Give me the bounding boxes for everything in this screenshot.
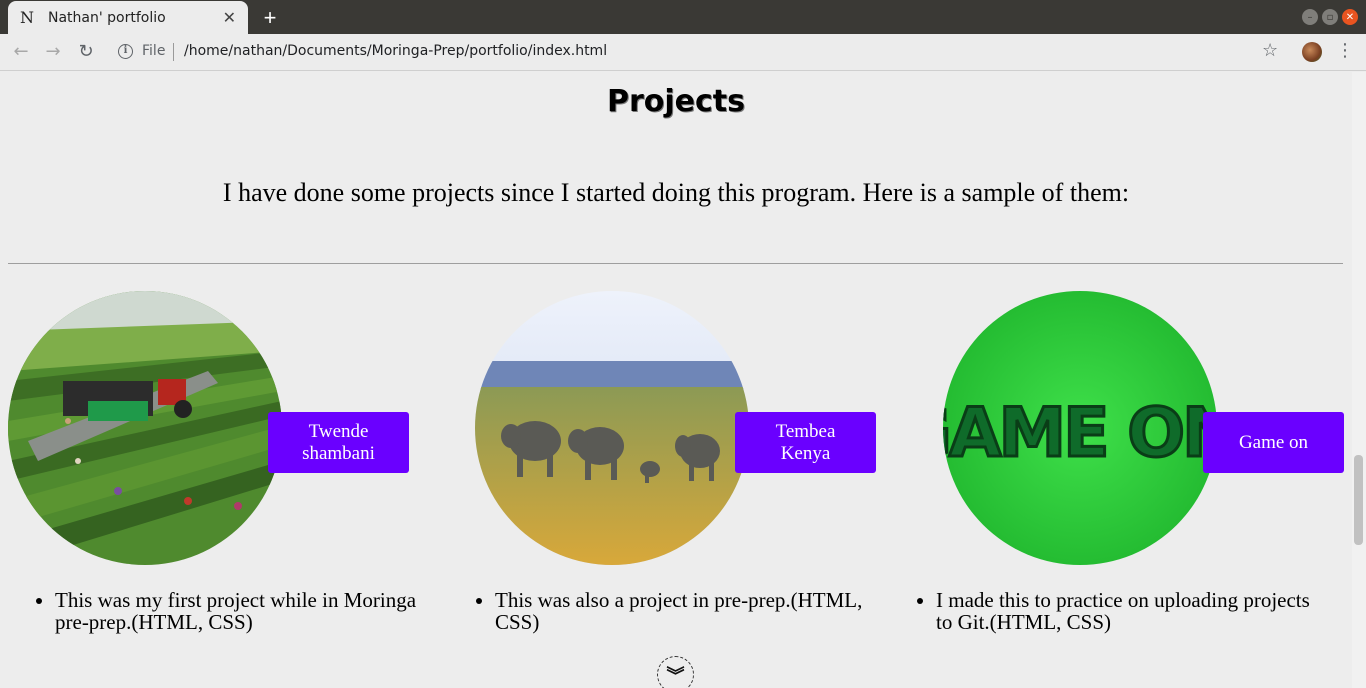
- project-description-list: This was also a project in pre-prep.(HTM…: [495, 589, 895, 633]
- project-description-list: I made this to practice on uploading pro…: [936, 589, 1328, 633]
- browser-menu-icon[interactable]: ⋮: [1336, 40, 1354, 61]
- reload-button[interactable]: ↻: [74, 40, 98, 64]
- close-window-button[interactable]: ✕: [1342, 9, 1358, 25]
- section-title: Projects: [606, 84, 745, 119]
- forward-button[interactable]: →: [41, 40, 65, 64]
- bookmark-star-icon[interactable]: ☆: [1262, 40, 1278, 61]
- page-viewport: Projects I have done some projects since…: [0, 72, 1352, 688]
- farm-field-image: [8, 291, 282, 565]
- scroll-down-icon[interactable]: ︾: [657, 656, 694, 688]
- back-button[interactable]: ←: [9, 40, 33, 64]
- scrollbar-thumb[interactable]: [1354, 455, 1363, 545]
- profile-avatar[interactable]: [1302, 42, 1322, 62]
- section-intro: I have done some projects since I starte…: [222, 178, 1130, 207]
- new-tab-button[interactable]: +: [258, 5, 282, 31]
- project-description: This was also a project in pre-prep.(HTM…: [495, 589, 895, 633]
- address-bar[interactable]: /home/nathan/Documents/Moringa-Prep/port…: [184, 43, 607, 59]
- browser-toolbar: ← → ↻ i File /home/nathan/Documents/Mori…: [0, 34, 1366, 71]
- project-button-tembea-kenya[interactable]: Tembea Kenya: [735, 412, 876, 473]
- window-controls: – ▫ ✕: [1302, 9, 1358, 25]
- browser-titlebar: N Nathan' portfolio ✕ + – ▫ ✕: [0, 0, 1366, 34]
- tab-title: Nathan' portfolio: [48, 9, 166, 26]
- project-button-game-on[interactable]: Game on: [1203, 412, 1344, 473]
- maximize-button[interactable]: ▫: [1322, 9, 1338, 25]
- project-description: This was my first project while in Morin…: [55, 589, 455, 633]
- project-card: Twende shambani This was my first projec…: [8, 291, 448, 641]
- elephants-savanna-image: [475, 291, 749, 565]
- favicon-icon: N: [20, 8, 34, 27]
- game-on-image: GAME ON!: [943, 291, 1217, 565]
- tab-close-icon[interactable]: ✕: [223, 8, 236, 28]
- project-card: GAME ON! Game on I made this to practice…: [936, 291, 1352, 641]
- section-divider: [8, 263, 1343, 264]
- project-button-twende-shambani[interactable]: Twende shambani: [268, 412, 409, 473]
- site-info-icon[interactable]: i: [118, 44, 133, 59]
- project-description: I made this to practice on uploading pro…: [936, 589, 1328, 633]
- url-separator: [173, 43, 174, 61]
- minimize-button[interactable]: –: [1302, 9, 1318, 25]
- project-description-list: This was my first project while in Morin…: [55, 589, 455, 633]
- page-scrollbar[interactable]: [1352, 72, 1366, 688]
- file-scheme-label: File: [142, 43, 166, 59]
- game-on-text: GAME ON!: [943, 394, 1217, 473]
- project-card: Tembea Kenya This was also a project in …: [475, 291, 915, 641]
- browser-tab[interactable]: N Nathan' portfolio ✕: [8, 1, 248, 34]
